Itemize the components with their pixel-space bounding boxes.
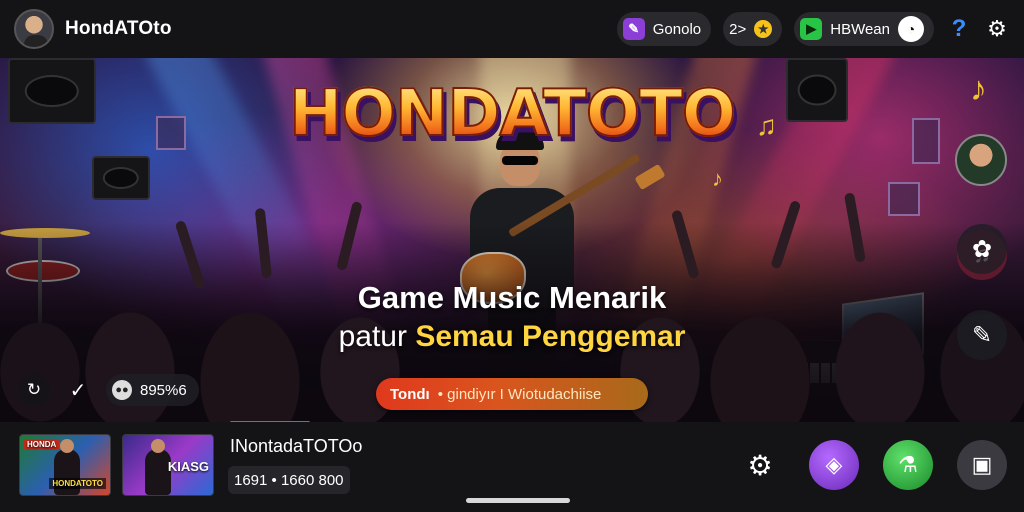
hero-subline: patur Semau Penggemar	[0, 320, 1024, 354]
hero-tag-pill[interactable]: Tondı • gindiyır I Wiotudachiise	[376, 378, 648, 410]
hero-left-controls: ↻ ✓ ●● 895%6	[18, 374, 199, 406]
potion-icon[interactable]: ⚗	[883, 440, 933, 490]
views-counter[interactable]: ●● 895%6	[106, 374, 199, 406]
play-icon: ▶	[800, 18, 823, 40]
sparkle-icon: ✎	[622, 18, 645, 40]
badge-icon[interactable]: ✿	[957, 224, 1007, 274]
hero-tag-label: Tondı	[390, 385, 430, 403]
hero-tag-text: • gindiyır I Wiotudachiise	[437, 385, 602, 403]
top-actions: ✎ Gonolo 2> ★ ▶ HBWean ◔ ? ⚙	[616, 12, 1010, 46]
views-label: 895%6	[140, 381, 187, 399]
music-note-icon: ♪	[712, 166, 723, 191]
gonolo-label: Gonolo	[652, 20, 702, 38]
coin-icon: ★	[754, 20, 773, 38]
home-indicator[interactable]	[466, 498, 570, 503]
coins-button[interactable]: 2> ★	[723, 12, 783, 46]
hero-subline-part1: patur	[338, 320, 407, 353]
settings-icon[interactable]: ⚙	[735, 440, 785, 490]
hero-logo: HONDATOTO	[0, 81, 1024, 147]
hero-subline-part2: Semau Penggemar	[415, 320, 686, 353]
gem-icon[interactable]: ◈	[809, 440, 859, 490]
hbwean-button[interactable]: ▶ HBWean ◔	[794, 12, 934, 46]
top-bar: HondATOto ✎ Gonolo 2> ★ ▶ HBWean ◔ ? ⚙	[0, 0, 1024, 58]
thumbnail-1-caption: HONDATOTO	[49, 478, 106, 489]
app-title: HondATOto	[65, 18, 172, 39]
coins-label: 2>	[729, 20, 747, 38]
amplifier	[92, 156, 150, 200]
track-title: INontadaTOTOo	[230, 436, 363, 456]
help-icon[interactable]: ?	[946, 15, 972, 43]
gear-icon[interactable]: ⚙	[984, 16, 1010, 42]
thumbnail-2[interactable]: KIASG	[122, 434, 214, 496]
clock-icon: ◔	[898, 16, 924, 42]
player-actions: ⚙ ◈ ⚗ ▣	[735, 440, 1007, 490]
thumbnail-1[interactable]: HONDA HONDATOTO	[19, 434, 111, 496]
chat-icon: ●●	[112, 380, 132, 400]
gonolo-button[interactable]: ✎ Gonolo	[616, 12, 712, 46]
profile-avatar[interactable]	[14, 9, 54, 49]
thumbnail-2-caption: KIASG	[167, 459, 209, 474]
thumbnail-1-badge: HONDA	[24, 439, 60, 450]
reload-icon[interactable]: ↻	[18, 374, 50, 406]
hbwean-label: HBWean	[830, 20, 890, 38]
edit-icon[interactable]: ✎	[957, 310, 1007, 360]
hero-headline: Game Music Menarik	[357, 280, 667, 315]
hero-banner[interactable]: ♪ ♫ ♪ HONDATOTO Game Music Menarik patur…	[0, 58, 1024, 422]
wall-frame	[888, 182, 920, 216]
check-icon[interactable]: ✓	[68, 378, 88, 403]
treasure-icon[interactable]: ▣	[957, 440, 1007, 490]
artist-avatar[interactable]	[955, 134, 1007, 186]
track-meta-text: 1691 • 1660 800	[234, 471, 344, 489]
track-meta: 1691 • 1660 800	[228, 466, 350, 494]
